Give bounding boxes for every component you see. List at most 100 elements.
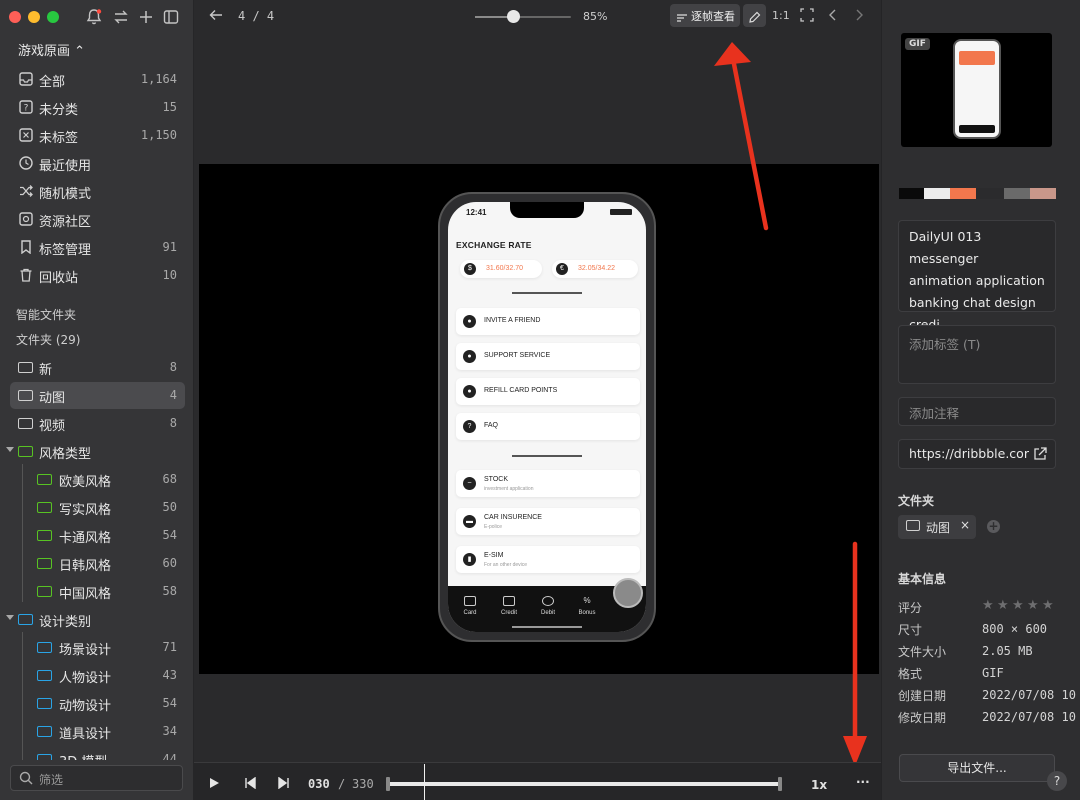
frame-view-button[interactable]: 逐帧查看 [670, 4, 740, 27]
folder-count: 68 [162, 472, 177, 486]
back-button[interactable] [208, 7, 224, 27]
fit-screen-icon [800, 8, 814, 22]
timeline-playhead[interactable] [423, 764, 425, 800]
palette-swatch[interactable] [899, 188, 924, 199]
folder-label: 场景设计 [59, 643, 112, 658]
folder-video[interactable]: 视频 8 [10, 410, 185, 437]
palette-swatch[interactable] [1004, 188, 1030, 199]
speed-button[interactable]: 1x [811, 778, 827, 792]
sidebar-item-tag-manager[interactable]: 标签管理 91 [10, 234, 185, 261]
palette-swatch[interactable] [924, 188, 950, 199]
folder-count: 54 [162, 696, 177, 710]
library-switcher[interactable]: 游戏原画 ⌃ [18, 40, 85, 59]
help-button[interactable]: ? [1047, 771, 1067, 791]
folder-new[interactable]: 新 8 [10, 354, 185, 381]
folder-chip[interactable]: 动图 × [898, 515, 976, 539]
card-icon [464, 596, 476, 606]
next-button[interactable] [852, 8, 866, 26]
play-button[interactable] [208, 777, 220, 792]
remove-folder-icon[interactable]: × [960, 518, 970, 532]
fit-screen-button[interactable] [800, 8, 814, 26]
folder-count: 43 [162, 668, 177, 682]
url-field[interactable]: https://dribbble.cor [898, 439, 1056, 469]
rate-usd: 31.60/32.70 [486, 265, 523, 272]
add-folder-icon[interactable]: + [987, 520, 1000, 533]
info-label: 修改日期 [898, 711, 947, 725]
timeline-start-handle[interactable] [386, 777, 390, 791]
minimize-window-button[interactable] [28, 11, 40, 23]
image-canvas[interactable]: 12:41 EXCHANGE RATE $ 31.60/32.70 € 32.0… [199, 164, 879, 674]
timeline-end-handle[interactable] [778, 777, 782, 791]
rating-star[interactable]: ★ [997, 598, 1009, 613]
folder-jk-style[interactable]: 日韩风格 60 [10, 550, 185, 577]
menu-item: ▮ E-SIM For an other device [456, 546, 640, 573]
sidebar-item-recent[interactable]: 最近使用 [10, 150, 185, 177]
next-frame-button[interactable] [278, 776, 290, 792]
rating-star[interactable]: ★ [1012, 598, 1024, 613]
sidebar-item-community[interactable]: 资源社区 [10, 206, 185, 233]
sidebar-item-uncategorized[interactable]: ? 未分类 15 [10, 94, 185, 121]
add-icon[interactable] [137, 8, 155, 26]
chart-icon: ~ [463, 477, 476, 490]
chevron-down-icon[interactable] [6, 447, 14, 452]
folder-chinese-style[interactable]: 中国风格 58 [10, 578, 185, 605]
tags-field[interactable]: 添加标签 (T) [898, 325, 1056, 384]
title-field[interactable]: DailyUI 013 messenger animation applicat… [898, 220, 1056, 332]
folder-label: 动图 [39, 391, 66, 406]
edit-button[interactable] [743, 4, 766, 27]
folder-character-design[interactable]: 人物设计 43 [10, 662, 185, 689]
folder-prop-design[interactable]: 道具设计 34 [10, 718, 185, 745]
folder-3d-models[interactable]: 3D 模型 44 [10, 746, 185, 760]
folder-animal-design[interactable]: 动物设计 54 [10, 690, 185, 717]
refill-icon: ● [463, 385, 476, 398]
folder-scene-design[interactable]: 场景设计 71 [10, 634, 185, 661]
folder-western-style[interactable]: 欧美风格 68 [10, 466, 185, 493]
timeline-track[interactable] [386, 777, 782, 791]
sidebar-toggle-icon[interactable] [162, 8, 180, 26]
folder-realistic-style[interactable]: 写实风格 50 [10, 494, 185, 521]
sidebar-item-untagged[interactable]: 未标签 1,150 [10, 122, 185, 149]
folder-animated[interactable]: 动图 4 [10, 382, 185, 409]
previous-button[interactable] [826, 8, 840, 26]
folder-design-categories[interactable]: 设计类别 [6, 606, 185, 633]
sync-arrows-icon[interactable] [112, 8, 130, 26]
export-file-button[interactable]: 导出文件... [899, 754, 1055, 782]
folder-icon [37, 754, 52, 760]
close-window-button[interactable] [9, 11, 21, 23]
previous-frame-button[interactable] [244, 776, 256, 792]
rating-star[interactable]: ★ [982, 598, 994, 613]
filter-input-box[interactable]: 筛选 [10, 765, 183, 791]
smart-folders-heading[interactable]: 智能文件夹 [16, 306, 76, 323]
folder-cartoon-style[interactable]: 卡通风格 54 [10, 522, 185, 549]
external-link-icon[interactable] [1030, 447, 1047, 464]
folder-icon [18, 418, 33, 429]
filter-input[interactable]: 筛选 [39, 771, 63, 788]
chevron-left-icon [829, 9, 836, 21]
sidebar-item-label: 未标签 [39, 131, 79, 146]
sidebar-item-label: 资源社区 [39, 215, 92, 230]
palette-swatch[interactable] [1030, 188, 1056, 199]
folders-heading[interactable]: 文件夹 (29) [16, 331, 80, 348]
sidebar-item-trash[interactable]: 回收站 10 [10, 262, 185, 289]
rating-star[interactable]: ★ [1027, 598, 1039, 613]
divider [512, 292, 582, 294]
more-options-button[interactable]: ··· [856, 775, 870, 789]
sidebar-item-all[interactable]: 全部 1,164 [10, 66, 185, 93]
chevron-down-icon[interactable] [6, 615, 14, 620]
rating-star[interactable]: ★ [1042, 598, 1054, 613]
preview-thumbnail[interactable]: GIF [901, 33, 1052, 147]
actual-size-button[interactable]: 1:1 [772, 9, 790, 22]
bell-icon[interactable] [85, 8, 103, 26]
info-value: 2.05 MB [982, 644, 1033, 658]
zoom-window-button[interactable] [47, 11, 59, 23]
phone-title: EXCHANGE RATE [456, 240, 532, 250]
palette-swatch[interactable] [976, 188, 1004, 199]
palette-swatch[interactable] [950, 188, 976, 199]
folder-style-types[interactable]: 风格类型 [6, 438, 185, 465]
zoom-slider[interactable] [475, 10, 571, 23]
notes-field[interactable]: 添加注释 [898, 397, 1056, 426]
zoom-slider-handle[interactable] [507, 10, 521, 23]
folder-heading: 文件夹 [898, 494, 935, 508]
skip-back-icon [245, 776, 256, 790]
sidebar-item-random[interactable]: 随机模式 [10, 178, 185, 205]
